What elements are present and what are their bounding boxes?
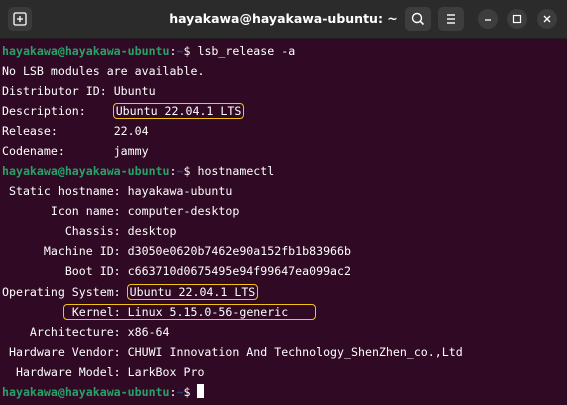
kernel-indent: [2, 305, 72, 319]
output-line: Chassis: desktop: [2, 224, 177, 238]
output-line: Description: Ubuntu 22.04.1 LTS: [2, 101, 245, 121]
output-line: Operating System: Ubuntu 22.04.1 LTS: [2, 282, 259, 302]
prompt-user-host: hayakawa@hayakawa-ubuntu: [2, 385, 170, 399]
prompt-dollar: $: [183, 164, 198, 178]
prompt-line: hayakawa@hayakawa-ubuntu:~$: [2, 382, 205, 402]
menu-icon: [447, 14, 455, 24]
os-label: Operating System:: [2, 285, 128, 299]
codename-value: jammy: [113, 144, 149, 158]
output-line: No LSB modules are available.: [2, 64, 205, 78]
output-line: Static hostname: hayakawa-ubuntu: [2, 184, 233, 198]
prompt-line: hayakawa@hayakawa-ubuntu:~$ hostnamectl: [2, 161, 274, 181]
command-text: lsb_release -a: [197, 44, 296, 58]
search-button[interactable]: [405, 7, 431, 31]
codename-label: Codename:: [2, 144, 114, 158]
close-button[interactable]: [537, 9, 557, 29]
menu-button[interactable]: [438, 7, 464, 31]
prompt-line: hayakawa@hayakawa-ubuntu:~$ lsb_release …: [2, 41, 295, 61]
prompt-colon: :: [169, 164, 177, 178]
terminal-output[interactable]: hayakawa@hayakawa-ubuntu:~$ lsb_release …: [0, 40, 567, 405]
close-icon: [543, 15, 551, 23]
kernel-highlighted: Kernel: Linux 5.15.0-56-generic: [62, 304, 317, 320]
description-label: Description:: [2, 104, 114, 118]
output-line: Architecture: x86-64: [2, 325, 170, 339]
output-line: Boot ID: c663710d0675495e94f99647ea099ac…: [2, 264, 352, 278]
description-value-highlighted: Ubuntu 22.04.1 LTS: [112, 103, 245, 119]
prompt-path: ~: [176, 164, 184, 178]
prompt-colon: :: [169, 44, 177, 58]
search-icon: [411, 12, 425, 26]
maximize-button[interactable]: [507, 9, 527, 29]
prompt-path: ~: [176, 44, 184, 58]
release-value: 22.04: [113, 124, 149, 138]
output-line: Machine ID: d3050e0620b7462e90a152fb1b83…: [2, 244, 352, 258]
output-line: Codename: jammy: [2, 141, 149, 161]
prompt-colon: :: [169, 385, 177, 399]
text-cursor: [197, 384, 205, 398]
output-line: Icon name: computer-desktop: [2, 204, 240, 218]
output-line: Hardware Vendor: CHUWI Innovation And Te…: [2, 345, 463, 359]
maximize-icon: [512, 14, 522, 24]
distributor-value: Ubuntu: [113, 84, 156, 98]
minimize-button[interactable]: [478, 9, 498, 29]
title-bar: hayakawa@hayakawa-ubuntu: ~: [0, 0, 567, 39]
prompt-user-host: hayakawa@hayakawa-ubuntu: [2, 164, 170, 178]
os-value-highlighted: Ubuntu 22.04.1 LTS: [126, 284, 259, 300]
output-line: Hardware Model: LarkBox Pro: [2, 365, 205, 379]
prompt-path: ~: [176, 385, 184, 399]
output-line: Kernel: Linux 5.15.0-56-generic: [2, 302, 317, 322]
output-line: Distributor ID: Ubuntu: [2, 81, 156, 101]
release-label: Release:: [2, 124, 114, 138]
prompt-user-host: hayakawa@hayakawa-ubuntu: [2, 44, 170, 58]
distributor-label: Distributor ID:: [2, 84, 114, 98]
output-line: Release: 22.04: [2, 121, 149, 141]
minimize-icon: [485, 19, 491, 21]
command-text: hostnamectl: [197, 164, 275, 178]
prompt-dollar: $: [183, 385, 198, 399]
prompt-dollar: $: [183, 44, 198, 58]
